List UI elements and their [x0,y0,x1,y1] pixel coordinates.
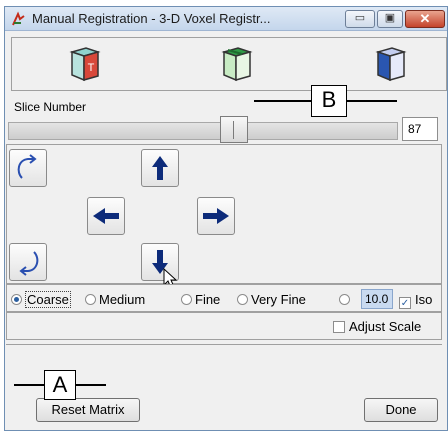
minimize-icon: ▭ [354,12,366,24]
axial-view-button[interactable]: T [60,42,108,86]
maximize-button[interactable]: ▣ [377,10,403,28]
adjust-scale-checkbox[interactable]: Adjust Scale [333,319,421,334]
slice-number-label: Slice Number [14,100,87,114]
cube-side-face-icon [375,47,407,82]
move-up-button[interactable] [141,149,179,187]
radio-dot [339,294,350,305]
move-right-icon [203,208,229,224]
rotate-counterclockwise-icon [19,251,39,276]
slice-number-field[interactable]: 87 [402,117,438,141]
reset-matrix-button[interactable]: Reset Matrix [36,398,140,422]
radio-dot [181,294,192,305]
radio-fine[interactable]: Fine [181,292,220,307]
callout-a: A [44,370,76,400]
sagittal-view-button[interactable] [366,42,414,86]
radio-very-fine-label: Very Fine [251,292,306,307]
iso-label: Iso [415,292,433,307]
maximize-icon: ▣ [384,12,396,24]
unchecked-box-icon [333,321,345,333]
checkmark-icon: ✓ [399,297,411,309]
slice-slider-thumb[interactable] [220,116,248,143]
navigation-panel [6,144,442,284]
cube-front-face-icon: T [69,47,101,82]
slice-slider-track[interactable] [8,122,398,140]
step-size-panel: Coarse Medium Fine Very Fine 10.0 ✓ Iso [6,284,442,312]
radio-very-fine[interactable]: Very Fine [237,292,306,307]
move-left-icon [93,208,119,224]
callout-b-leader [347,100,397,102]
move-up-icon [152,156,168,180]
done-button[interactable]: Done [364,398,438,422]
callout-b-leader-left [254,100,311,102]
move-right-button[interactable] [197,197,235,235]
radio-fine-label: Fine [195,292,221,307]
view-orientation-panel: T [11,37,447,91]
rotate-clockwise-icon [17,154,37,179]
cube-top-face-icon [221,47,253,82]
adjust-scale-panel: Adjust Scale [6,312,442,340]
coronal-view-button[interactable] [212,42,260,86]
close-icon: ✕ [419,11,431,26]
radio-custom[interactable] [339,292,353,307]
radio-dot [237,294,248,305]
close-button[interactable]: ✕ [405,10,445,28]
rotate-counterclockwise-button[interactable] [9,243,47,281]
adjust-scale-label: Adjust Scale [349,319,422,334]
custom-step-field[interactable]: 10.0 [361,289,393,309]
radio-dot-selected [11,294,22,305]
callout-b: B [311,85,347,117]
move-left-button[interactable] [87,197,125,235]
rotate-clockwise-button[interactable] [9,149,47,187]
divider [6,344,442,345]
minimize-button[interactable]: ▭ [345,10,375,28]
svg-text:T: T [88,62,95,74]
iso-checkbox[interactable]: ✓ Iso [399,292,432,309]
radio-dot [85,294,96,305]
title-bar[interactable]: Manual Registration - 3-D Voxel Registr.… [5,7,447,31]
callout-a-leader [76,384,106,386]
window-title: Manual Registration - 3-D Voxel Registr.… [32,11,271,26]
radio-medium[interactable]: Medium [85,292,145,307]
radio-medium-label: Medium [99,292,146,307]
callout-a-leader-left [14,384,44,386]
radio-coarse[interactable]: Coarse [11,291,71,308]
app-icon [12,11,25,26]
radio-coarse-label: Coarse [25,291,71,308]
